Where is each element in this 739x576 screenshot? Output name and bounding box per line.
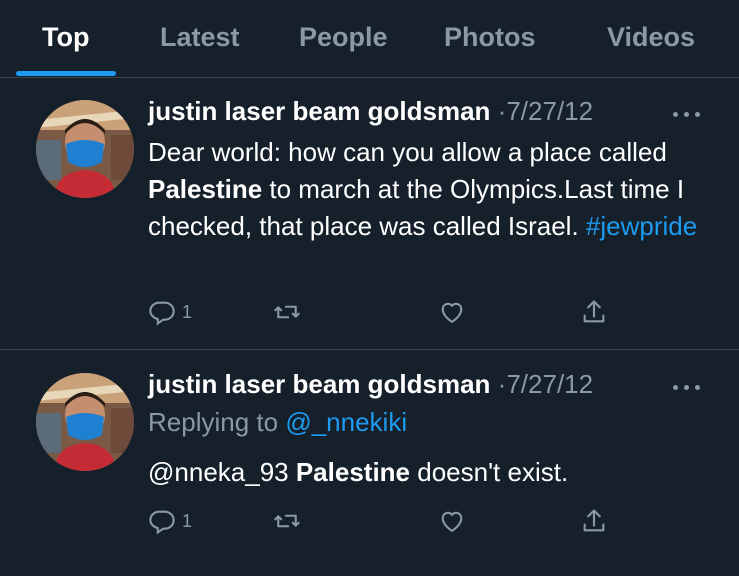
tweet-text-bold: Palestine — [148, 174, 263, 204]
replying-to: Replying to @_nnekiki — [148, 407, 407, 438]
tweet-text-part: doesn't exist. — [410, 457, 569, 487]
replying-to-mention[interactable]: @_nnekiki — [285, 407, 407, 437]
tweet-header: justin laser beam goldsman ·7/27/12 — [148, 369, 593, 400]
mention-text[interactable]: @nneka_93 — [148, 457, 296, 487]
more-options-icon[interactable] — [673, 108, 703, 120]
more-options-icon[interactable] — [673, 381, 703, 393]
tweet-date[interactable]: 7/27/12 — [506, 369, 593, 399]
avatar[interactable] — [36, 373, 134, 471]
tweet-text-part: Dear world: how can you allow a place ca… — [148, 137, 667, 167]
tab-people[interactable]: People — [299, 22, 388, 53]
retweet-icon — [274, 305, 300, 319]
reply-icon — [149, 510, 175, 535]
active-tab-indicator — [16, 71, 116, 76]
tweet[interactable]: justin laser beam goldsman ·7/27/12 Dear… — [0, 78, 739, 350]
tweet-date[interactable]: 7/27/12 — [506, 96, 593, 126]
share-button[interactable] — [580, 296, 608, 328]
share-icon — [583, 509, 605, 532]
tweet-actions: 1 — [148, 296, 628, 328]
tab-latest[interactable]: Latest — [160, 22, 240, 53]
like-icon — [441, 511, 463, 532]
retweet-button[interactable] — [273, 505, 301, 537]
author-name[interactable]: justin laser beam goldsman — [148, 96, 490, 126]
tweet-actions: 1 — [148, 505, 628, 537]
search-tabs: Top Latest People Photos Videos — [0, 0, 739, 78]
reply-button[interactable]: 1 — [148, 505, 192, 537]
reply-icon — [149, 301, 175, 326]
tab-videos[interactable]: Videos — [607, 22, 695, 53]
tweet-text: Dear world: how can you allow a place ca… — [148, 134, 708, 245]
replying-prefix: Replying to — [148, 407, 286, 437]
like-button[interactable] — [438, 505, 466, 537]
tab-top[interactable]: Top — [42, 22, 89, 53]
like-button[interactable] — [438, 296, 466, 328]
retweet-icon — [274, 514, 300, 528]
tweet-text-bold: Palestine — [295, 457, 411, 487]
share-button[interactable] — [580, 505, 608, 537]
retweet-button[interactable] — [273, 296, 301, 328]
tweet[interactable]: justin laser beam goldsman ·7/27/12 Repl… — [0, 351, 739, 576]
reply-count: 1 — [182, 510, 193, 531]
author-name[interactable]: justin laser beam goldsman — [148, 369, 490, 399]
avatar[interactable] — [36, 100, 134, 198]
reply-button[interactable]: 1 — [148, 296, 192, 328]
tweet-header: justin laser beam goldsman ·7/27/12 — [148, 96, 593, 127]
tab-photos[interactable]: Photos — [444, 22, 536, 53]
reply-count: 1 — [182, 301, 193, 322]
like-icon — [441, 302, 463, 323]
tweet-text: @nneka_93 Palestine doesn't exist. — [148, 454, 708, 491]
hashtag-link[interactable]: #jewpride — [586, 211, 697, 241]
share-icon — [583, 300, 605, 323]
